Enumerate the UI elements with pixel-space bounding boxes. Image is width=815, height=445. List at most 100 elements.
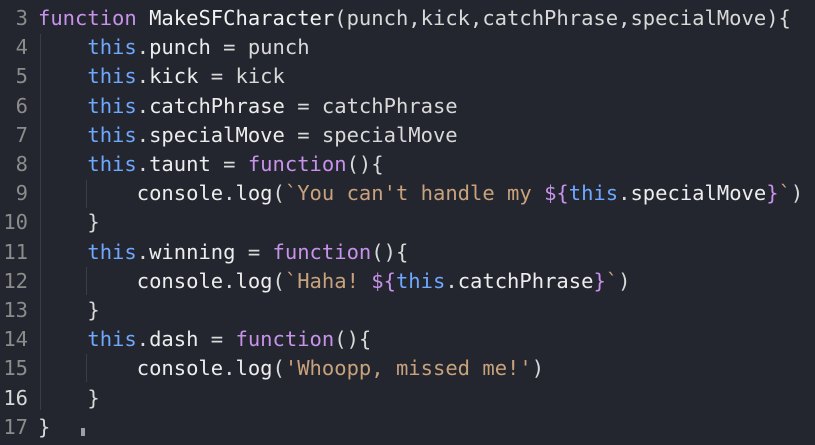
code-text: } bbox=[38, 208, 99, 237]
code-token: . bbox=[618, 181, 631, 206]
code-token: this bbox=[395, 268, 446, 293]
line-number: 3 bbox=[15, 6, 28, 30]
code-token: function bbox=[38, 6, 150, 30]
code-token: log bbox=[235, 268, 273, 293]
code-token: console bbox=[136, 268, 224, 293]
code-token: ) bbox=[531, 356, 545, 381]
line-number: 6 bbox=[15, 93, 28, 118]
line-number: 15 bbox=[3, 356, 28, 381]
code-token: specialMove bbox=[149, 122, 285, 147]
code-token: } bbox=[766, 181, 779, 206]
line-number: 13 bbox=[3, 298, 28, 322]
code-text: } bbox=[38, 413, 50, 442]
code-text: console.log(`Haha! ${this.catchPhrase}`) bbox=[38, 267, 631, 296]
code-token: . bbox=[136, 64, 150, 89]
code-token: function bbox=[235, 327, 335, 352]
code-token: `Haha! bbox=[284, 268, 372, 293]
code-token: ${ bbox=[544, 181, 569, 206]
code-text: this.winning = function(){ bbox=[38, 238, 408, 267]
code-token: this bbox=[87, 64, 137, 89]
code-text: console.log('Whoopp, missed me!') bbox=[38, 354, 544, 383]
code-token: ( bbox=[272, 268, 285, 293]
code-token: this bbox=[568, 181, 619, 206]
code-line[interactable]: 9 console.log(`You can't handle my ${thi… bbox=[0, 179, 815, 208]
code-token: . bbox=[136, 152, 150, 176]
code-token: ` bbox=[778, 181, 791, 206]
code-token: . bbox=[136, 239, 150, 264]
code-token: = punch bbox=[210, 35, 310, 60]
code-token: = bbox=[198, 327, 236, 352]
code-token: (punch,kick,catchPhrase,specialMove){ bbox=[334, 6, 791, 30]
code-token: this bbox=[87, 152, 137, 176]
line-number: 5 bbox=[15, 64, 28, 89]
code-text: } bbox=[38, 296, 100, 325]
code-line[interactable]: 11 this.winning = function(){ bbox=[0, 238, 815, 267]
code-text: function MakeSFCharacter(punch,kick,catc… bbox=[38, 4, 791, 33]
code-token: this bbox=[87, 239, 137, 264]
code-token: (){ bbox=[334, 327, 372, 352]
code-token: . bbox=[136, 122, 150, 147]
line-number: 17 bbox=[3, 414, 28, 439]
line-number: 16 bbox=[3, 385, 28, 410]
code-line[interactable]: 6 this.catchPhrase = catchPhrase bbox=[0, 92, 815, 121]
code-line[interactable]: 17} bbox=[0, 413, 815, 442]
code-line[interactable]: 10 } bbox=[0, 208, 815, 237]
code-token: . bbox=[445, 268, 458, 293]
code-token: (){ bbox=[371, 239, 409, 264]
code-line[interactable]: 15 console.log('Whoopp, missed me!') bbox=[0, 354, 815, 383]
code-token: } bbox=[87, 298, 100, 322]
code-token: console bbox=[136, 356, 224, 381]
code-token: . bbox=[136, 35, 150, 60]
code-text: this.specialMove = specialMove bbox=[38, 121, 457, 150]
code-editor[interactable]: 3 function MakeSFCharacter(punch,kick,cat… bbox=[0, 0, 815, 445]
line-number: 10 bbox=[3, 210, 28, 235]
line-number: 9 bbox=[15, 181, 28, 206]
code-line[interactable]: 4 this.punch = punch bbox=[0, 33, 815, 62]
code-text: this.punch = punch bbox=[38, 33, 310, 62]
code-token: taunt bbox=[149, 152, 211, 176]
code-line[interactable]: 5 this.kick = kick bbox=[0, 62, 815, 91]
code-token: } bbox=[38, 414, 51, 439]
code-text: this.catchPhrase = catchPhrase bbox=[38, 92, 458, 121]
code-token: . bbox=[136, 327, 150, 352]
code-line[interactable]: 14 this.dash = function(){ bbox=[0, 325, 815, 354]
code-line[interactable]: 8 this.taunt = function(){ bbox=[0, 150, 815, 179]
code-token: punch bbox=[149, 35, 211, 60]
code-line[interactable]: 16 } bbox=[0, 384, 815, 413]
code-token: ${ bbox=[371, 268, 396, 293]
code-token: = catchPhrase bbox=[284, 93, 458, 118]
code-token: this bbox=[87, 327, 137, 352]
code-token: dash bbox=[149, 327, 199, 352]
code-token: 'Whoopp, missed me!' bbox=[284, 356, 532, 381]
code-token: (){ bbox=[346, 152, 384, 176]
code-token: ` bbox=[605, 268, 619, 293]
code-line[interactable]: 12 console.log(`Haha! ${this.catchPhrase… bbox=[0, 267, 815, 296]
code-token: ) bbox=[790, 181, 804, 206]
text-cursor bbox=[81, 428, 85, 436]
code-text: } bbox=[38, 384, 99, 413]
code-token: this bbox=[87, 35, 137, 60]
code-line[interactable]: 3 function MakeSFCharacter(punch,kick,cat… bbox=[0, 4, 815, 33]
code-token: kick bbox=[149, 64, 199, 89]
line-number: 12 bbox=[3, 268, 28, 293]
code-token: winning bbox=[149, 239, 236, 264]
code-text: this.kick = kick bbox=[38, 62, 285, 91]
code-token: log bbox=[235, 356, 273, 381]
code-line[interactable]: 13 } bbox=[0, 296, 815, 325]
code-token: MakeSFCharacter bbox=[149, 6, 335, 30]
code-token: specialMove bbox=[630, 181, 767, 206]
code-token: function bbox=[247, 152, 347, 176]
line-number: 7 bbox=[15, 122, 28, 147]
code-token: . bbox=[223, 268, 236, 293]
code-token: = kick bbox=[198, 64, 285, 89]
line-number: 8 bbox=[15, 152, 28, 176]
line-number: 4 bbox=[15, 35, 28, 60]
code-line[interactable]: 7 this.specialMove = specialMove bbox=[0, 121, 815, 150]
